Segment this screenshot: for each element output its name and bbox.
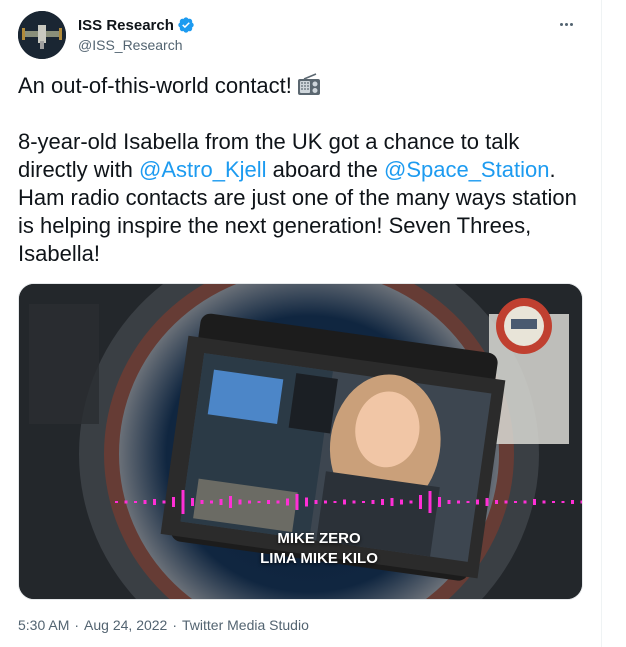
waveform-bar xyxy=(343,499,346,505)
tweet-time[interactable]: 5:30 AM xyxy=(18,617,69,633)
waveform-bar xyxy=(362,501,365,503)
waveform-bar xyxy=(352,500,356,504)
waveform-bar xyxy=(210,500,213,504)
waveform-bar xyxy=(314,500,318,504)
waveform-bar xyxy=(305,497,308,507)
tweet-header: ISS Research @ISS_Research xyxy=(18,11,577,59)
display-name[interactable]: ISS Research xyxy=(78,17,174,34)
tweet-line1: An out-of-this-world contact! xyxy=(18,72,588,100)
waveform-bar xyxy=(523,500,527,504)
waveform-bar xyxy=(162,500,166,504)
waveform-bar xyxy=(552,501,555,503)
waveform-bar xyxy=(153,499,156,505)
waveform-bar xyxy=(447,500,451,504)
waveform-bar xyxy=(381,499,384,505)
waveform-bar xyxy=(466,501,470,503)
waveform-bar xyxy=(286,498,289,506)
caption-line1: MIKE ZERO xyxy=(277,530,361,547)
waveform-bar xyxy=(238,499,242,505)
waveform-bar xyxy=(191,498,194,506)
waveform-bar xyxy=(495,500,498,504)
tweet-text: An out-of-this-world contact! 8-year-old… xyxy=(18,72,588,268)
handle[interactable]: @ISS_Research xyxy=(78,37,195,53)
waveform-bar xyxy=(295,494,299,510)
waveform-bar xyxy=(419,495,422,509)
tweet-meta: 5:30 AM · Aug 24, 2022 · Twitter Media S… xyxy=(18,617,309,633)
waveform-bar xyxy=(276,500,280,504)
waveform-bar xyxy=(409,500,413,504)
waveform-bar xyxy=(219,499,223,505)
avatar[interactable] xyxy=(18,11,66,59)
mention-space-station[interactable]: @Space_Station xyxy=(384,157,549,182)
waveform-bar xyxy=(229,496,232,508)
waveform-bar xyxy=(580,500,582,504)
author-names: ISS Research @ISS_Research xyxy=(78,15,195,53)
tweet-date[interactable]: Aug 24, 2022 xyxy=(84,617,167,633)
waveform-bar xyxy=(324,500,327,504)
waveform-bar xyxy=(542,500,546,504)
waveform-bar xyxy=(134,501,137,503)
waveform-bar xyxy=(181,490,185,514)
radio-icon xyxy=(297,73,320,95)
waveform-bar xyxy=(457,500,460,504)
waveform-bar xyxy=(248,500,251,504)
waveform-bar xyxy=(267,500,270,504)
video-media[interactable]: MIKE ZERO LIMA MIKE KILO xyxy=(18,283,583,600)
waveform-bar xyxy=(400,499,403,505)
tweet-source[interactable]: Twitter Media Studio xyxy=(182,617,309,633)
waveform-bar xyxy=(504,500,508,504)
waveform-bar xyxy=(561,501,565,503)
waveform-bar xyxy=(124,500,128,504)
tweet-paragraph: 8-year-old Isabella from the UK got a ch… xyxy=(18,129,577,266)
waveform-bar xyxy=(485,498,489,506)
waveform-bar xyxy=(143,500,147,504)
waveform-bar xyxy=(438,497,441,507)
waveform-bar xyxy=(371,500,375,504)
waveform-bar xyxy=(115,501,118,503)
tweet-card: ISS Research @ISS_Research An out-of-thi… xyxy=(0,0,602,647)
more-options-icon[interactable] xyxy=(555,13,577,35)
waveform-bar xyxy=(200,500,204,504)
waveform-bar xyxy=(476,499,479,505)
caption-line2: LIMA MIKE KILO xyxy=(260,550,378,567)
waveform-bar xyxy=(533,499,536,505)
waveform-bar xyxy=(333,501,337,503)
verified-badge-icon xyxy=(178,17,194,33)
waveform-bar xyxy=(428,491,432,513)
waveform-bar xyxy=(514,501,517,503)
space-station-icon xyxy=(18,11,66,59)
mention-astro-kjell[interactable]: @Astro_Kjell xyxy=(139,157,267,182)
waveform-bar xyxy=(172,497,175,507)
waveform-bar xyxy=(571,500,574,504)
waveform-bar xyxy=(257,501,261,503)
waveform-bar xyxy=(390,498,394,506)
